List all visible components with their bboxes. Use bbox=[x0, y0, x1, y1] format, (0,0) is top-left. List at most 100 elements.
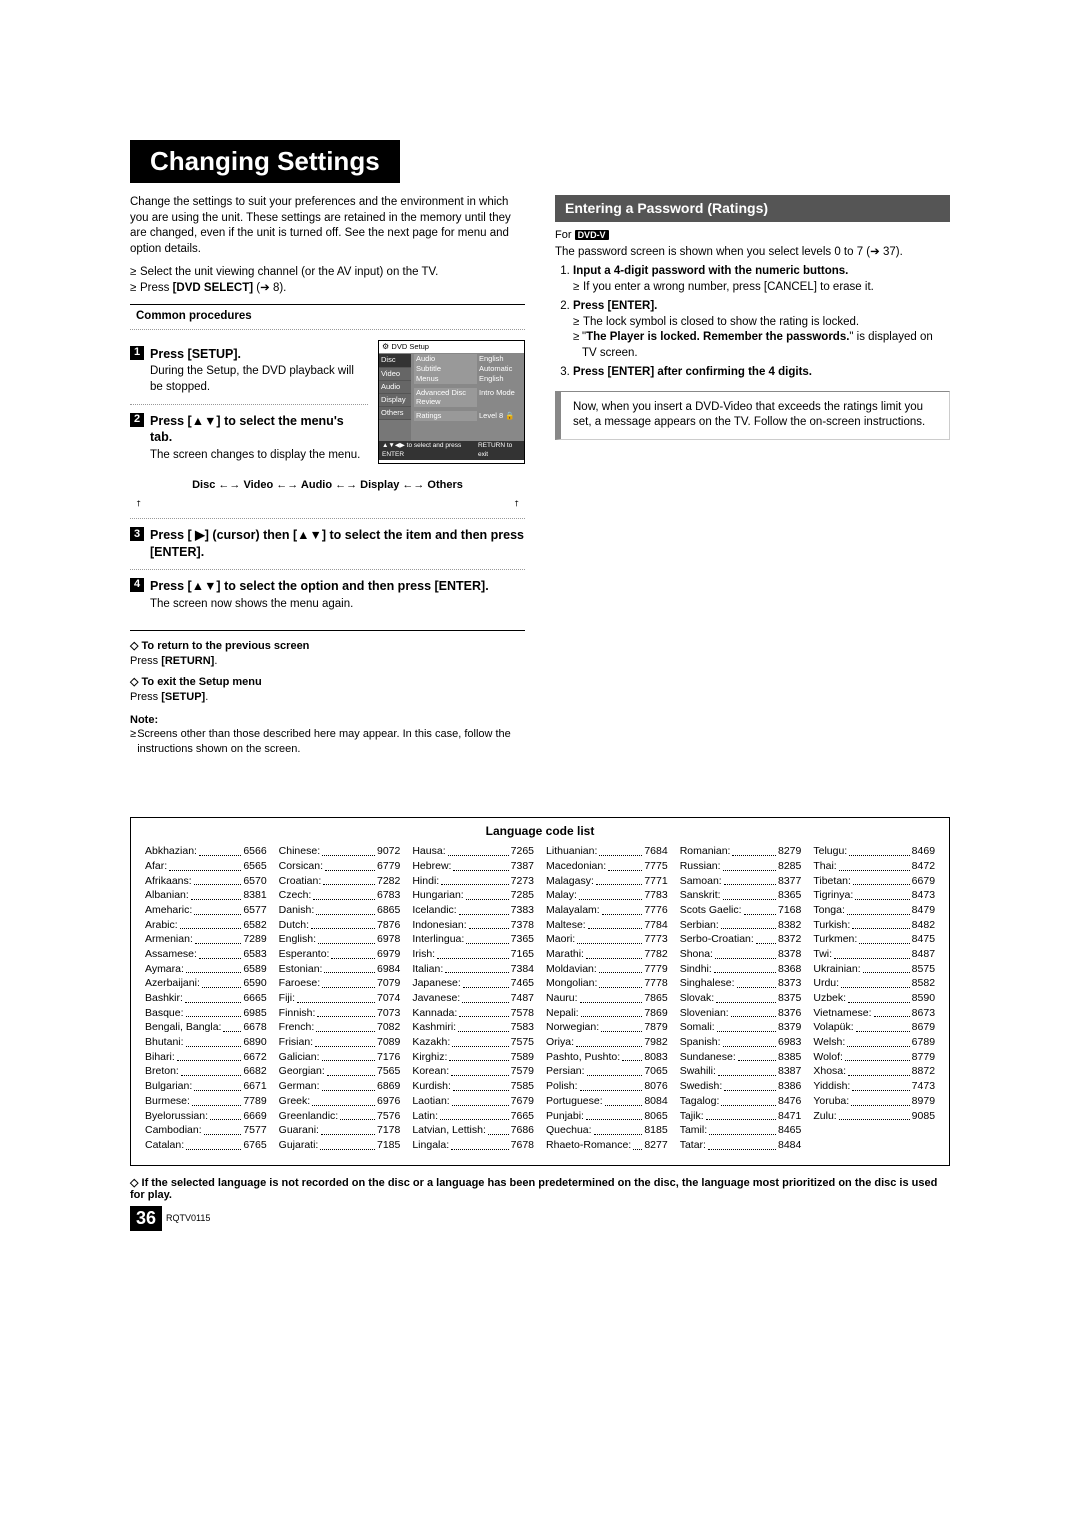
language-row: Samoan:8377 bbox=[680, 874, 802, 889]
language-row: Fiji:7074 bbox=[279, 991, 401, 1006]
osd-line-menus: Menus bbox=[414, 374, 477, 384]
step-num-2: 2 bbox=[130, 413, 144, 427]
language-row: Icelandic:7383 bbox=[412, 903, 534, 918]
osd-line-audio: Audio bbox=[414, 354, 477, 364]
step-num-1: 1 bbox=[130, 346, 144, 360]
language-row: Hausa:7265 bbox=[412, 844, 534, 859]
language-row: Aymara:6589 bbox=[145, 962, 267, 977]
language-row: Pashto, Pushto:8083 bbox=[546, 1050, 668, 1065]
step-num-4: 4 bbox=[130, 578, 144, 592]
language-row: Kannada:7578 bbox=[412, 1006, 534, 1021]
language-row: Bulgarian:6671 bbox=[145, 1079, 267, 1094]
language-row: Nepali:7869 bbox=[546, 1006, 668, 1021]
for-line: For DVD-V bbox=[555, 228, 950, 243]
language-row: Catalan:6765 bbox=[145, 1138, 267, 1153]
page-title: Changing Settings bbox=[130, 140, 400, 183]
language-row: Sanskrit:8365 bbox=[680, 888, 802, 903]
osd-title: DVD Setup bbox=[379, 341, 524, 355]
language-row: Swahili:8387 bbox=[680, 1064, 802, 1079]
publication-code: RQTV0115 bbox=[166, 1213, 210, 1223]
language-row: Tagalog:8476 bbox=[680, 1094, 802, 1109]
osd-tab-disc: Disc bbox=[379, 354, 411, 367]
language-row: Dutch:7876 bbox=[279, 918, 401, 933]
language-row: Chinese:9072 bbox=[279, 844, 401, 859]
language-row: Croatian:7282 bbox=[279, 874, 401, 889]
r-step-3: Press [ENTER] after confirming the 4 dig… bbox=[573, 366, 812, 378]
language-row: Latvian, Lettish:7686 bbox=[412, 1123, 534, 1138]
language-row: Faroese:7079 bbox=[279, 976, 401, 991]
language-row: Indonesian:7378 bbox=[412, 918, 534, 933]
step-2-title: Press [▲▼] to select the menu's tab. bbox=[150, 413, 368, 447]
language-row: Thai:8472 bbox=[813, 859, 935, 874]
language-row: Georgian:7565 bbox=[279, 1064, 401, 1079]
step-4-title: Press [▲▼] to select the option and then… bbox=[150, 578, 489, 595]
language-row: Nauru:7865 bbox=[546, 991, 668, 1006]
language-row: Guarani:7178 bbox=[279, 1123, 401, 1138]
language-row: Finnish:7073 bbox=[279, 1006, 401, 1021]
osd-line-ratings: Ratings bbox=[414, 411, 477, 421]
language-row: Telugu:8469 bbox=[813, 844, 935, 859]
language-row: Assamese:6583 bbox=[145, 947, 267, 962]
ratings-lead: The password screen is shown when you se… bbox=[555, 245, 950, 261]
language-row: Slovenian:8376 bbox=[680, 1006, 802, 1021]
language-row: Azerbaijani:6590 bbox=[145, 976, 267, 991]
language-row: Kazakh:7575 bbox=[412, 1035, 534, 1050]
language-row: Twi:8487 bbox=[813, 947, 935, 962]
language-row: Serbian:8382 bbox=[680, 918, 802, 933]
language-row: Kirghiz:7589 bbox=[412, 1050, 534, 1065]
r-step-2-sub2: "The Player is locked. Remember the pass… bbox=[582, 330, 950, 361]
language-row: Marathi:7782 bbox=[546, 947, 668, 962]
common-procedures-header: Common procedures bbox=[130, 304, 525, 330]
page-number: 36 bbox=[130, 1206, 162, 1231]
language-row: Bihari:6672 bbox=[145, 1050, 267, 1065]
step-4-body: The screen now shows the menu again. bbox=[150, 597, 525, 613]
ratings-heading: Entering a Password (Ratings) bbox=[555, 195, 950, 222]
language-row: Singhalese:8373 bbox=[680, 976, 802, 991]
language-row: Byelorussian:6669 bbox=[145, 1109, 267, 1124]
language-row: German:6869 bbox=[279, 1079, 401, 1094]
language-row: Spanish:6983 bbox=[680, 1035, 802, 1050]
language-row: Greenlandic:7576 bbox=[279, 1109, 401, 1124]
r-step-2-sub1: The lock symbol is closed to show the ra… bbox=[583, 315, 859, 331]
language-row: Armenian:7289 bbox=[145, 932, 267, 947]
language-row: Arabic:6582 bbox=[145, 918, 267, 933]
language-row: Swedish:8386 bbox=[680, 1079, 802, 1094]
language-row: Polish:8076 bbox=[546, 1079, 668, 1094]
language-row: Welsh:6789 bbox=[813, 1035, 935, 1050]
language-row: Gujarati:7185 bbox=[279, 1138, 401, 1153]
language-row: Uzbek:8590 bbox=[813, 991, 935, 1006]
osd-tab-audio: Audio bbox=[379, 381, 411, 394]
language-row: Scots Gaelic:7168 bbox=[680, 903, 802, 918]
language-row: Tibetan:6679 bbox=[813, 874, 935, 889]
language-row: Bashkir:6665 bbox=[145, 991, 267, 1006]
intro-bullet-2: ≥Press [DVD SELECT] (➔ 8). bbox=[130, 281, 525, 297]
language-code-list: Language code list Abkhazian:6566Afar:65… bbox=[130, 817, 950, 1165]
language-row: Albanian:8381 bbox=[145, 888, 267, 903]
language-row: Yoruba:8979 bbox=[813, 1094, 935, 1109]
step-num-3: 3 bbox=[130, 527, 144, 541]
language-row: Zulu:9085 bbox=[813, 1109, 935, 1124]
dvdv-badge: DVD-V bbox=[575, 230, 609, 240]
language-row: Kurdish:7585 bbox=[412, 1079, 534, 1094]
language-footnote: If the selected language is not recorded… bbox=[130, 1176, 950, 1201]
language-row: Estonian:6984 bbox=[279, 962, 401, 977]
language-row: Moldavian:7779 bbox=[546, 962, 668, 977]
step-1-title: Press [SETUP]. bbox=[150, 346, 241, 363]
language-row: Esperanto:6979 bbox=[279, 947, 401, 962]
note-label: Note: bbox=[130, 713, 525, 728]
language-row: Interlingua:7365 bbox=[412, 932, 534, 947]
language-row: Ukrainian:8575 bbox=[813, 962, 935, 977]
language-row: Afar:6565 bbox=[145, 859, 267, 874]
language-row: Korean:7579 bbox=[412, 1064, 534, 1079]
language-row: Lithuanian:7684 bbox=[546, 844, 668, 859]
language-row: Persian:7065 bbox=[546, 1064, 668, 1079]
language-row: Wolof:8779 bbox=[813, 1050, 935, 1065]
language-row: Maori:7773 bbox=[546, 932, 668, 947]
osd-foot-right: RETURN to exit bbox=[478, 442, 521, 460]
language-row: Sundanese:8385 bbox=[680, 1050, 802, 1065]
language-row: Xhosa:8872 bbox=[813, 1064, 935, 1079]
language-row: Irish:7165 bbox=[412, 947, 534, 962]
language-row: Serbo-Croatian:8372 bbox=[680, 932, 802, 947]
language-row: Sindhi:8368 bbox=[680, 962, 802, 977]
step-1-body: During the Setup, the DVD playback will … bbox=[150, 364, 368, 395]
